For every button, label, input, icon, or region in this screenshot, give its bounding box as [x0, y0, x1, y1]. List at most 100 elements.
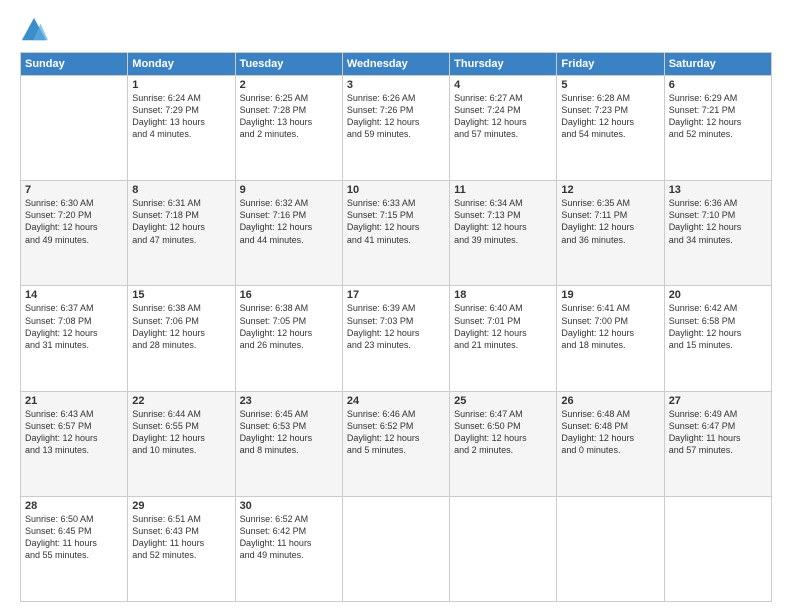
calendar-cell: 24Sunrise: 6:46 AM Sunset: 6:52 PM Dayli… [342, 391, 449, 496]
day-info: Sunrise: 6:42 AM Sunset: 6:58 PM Dayligh… [669, 302, 767, 351]
calendar-table: SundayMondayTuesdayWednesdayThursdayFrid… [20, 52, 772, 602]
day-info: Sunrise: 6:51 AM Sunset: 6:43 PM Dayligh… [132, 513, 230, 562]
calendar-cell: 3Sunrise: 6:26 AM Sunset: 7:26 PM Daylig… [342, 76, 449, 181]
logo-icon [20, 16, 48, 44]
day-number: 8 [132, 184, 230, 196]
day-number: 22 [132, 395, 230, 407]
day-info: Sunrise: 6:31 AM Sunset: 7:18 PM Dayligh… [132, 197, 230, 246]
day-info: Sunrise: 6:46 AM Sunset: 6:52 PM Dayligh… [347, 408, 445, 457]
calendar-cell: 9Sunrise: 6:32 AM Sunset: 7:16 PM Daylig… [235, 181, 342, 286]
calendar-cell: 30Sunrise: 6:52 AM Sunset: 6:42 PM Dayli… [235, 496, 342, 601]
calendar-cell: 14Sunrise: 6:37 AM Sunset: 7:08 PM Dayli… [21, 286, 128, 391]
col-header-tuesday: Tuesday [235, 53, 342, 76]
logo [20, 16, 52, 44]
calendar-cell: 29Sunrise: 6:51 AM Sunset: 6:43 PM Dayli… [128, 496, 235, 601]
day-number: 20 [669, 289, 767, 301]
day-info: Sunrise: 6:25 AM Sunset: 7:28 PM Dayligh… [240, 92, 338, 141]
day-info: Sunrise: 6:32 AM Sunset: 7:16 PM Dayligh… [240, 197, 338, 246]
calendar-cell: 25Sunrise: 6:47 AM Sunset: 6:50 PM Dayli… [450, 391, 557, 496]
calendar-cell: 12Sunrise: 6:35 AM Sunset: 7:11 PM Dayli… [557, 181, 664, 286]
day-info: Sunrise: 6:45 AM Sunset: 6:53 PM Dayligh… [240, 408, 338, 457]
calendar-cell: 21Sunrise: 6:43 AM Sunset: 6:57 PM Dayli… [21, 391, 128, 496]
day-number: 7 [25, 184, 123, 196]
day-number: 9 [240, 184, 338, 196]
day-info: Sunrise: 6:40 AM Sunset: 7:01 PM Dayligh… [454, 302, 552, 351]
day-number: 23 [240, 395, 338, 407]
day-info: Sunrise: 6:47 AM Sunset: 6:50 PM Dayligh… [454, 408, 552, 457]
day-info: Sunrise: 6:33 AM Sunset: 7:15 PM Dayligh… [347, 197, 445, 246]
day-info: Sunrise: 6:37 AM Sunset: 7:08 PM Dayligh… [25, 302, 123, 351]
day-info: Sunrise: 6:36 AM Sunset: 7:10 PM Dayligh… [669, 197, 767, 246]
calendar-week-row: 1Sunrise: 6:24 AM Sunset: 7:29 PM Daylig… [21, 76, 772, 181]
day-number: 10 [347, 184, 445, 196]
calendar-cell: 19Sunrise: 6:41 AM Sunset: 7:00 PM Dayli… [557, 286, 664, 391]
day-number: 25 [454, 395, 552, 407]
calendar-week-row: 7Sunrise: 6:30 AM Sunset: 7:20 PM Daylig… [21, 181, 772, 286]
day-number: 16 [240, 289, 338, 301]
day-info: Sunrise: 6:24 AM Sunset: 7:29 PM Dayligh… [132, 92, 230, 141]
day-number: 6 [669, 79, 767, 91]
col-header-wednesday: Wednesday [342, 53, 449, 76]
day-number: 12 [561, 184, 659, 196]
calendar-cell: 23Sunrise: 6:45 AM Sunset: 6:53 PM Dayli… [235, 391, 342, 496]
day-info: Sunrise: 6:26 AM Sunset: 7:26 PM Dayligh… [347, 92, 445, 141]
day-info: Sunrise: 6:28 AM Sunset: 7:23 PM Dayligh… [561, 92, 659, 141]
day-number: 27 [669, 395, 767, 407]
day-number: 15 [132, 289, 230, 301]
calendar-cell: 17Sunrise: 6:39 AM Sunset: 7:03 PM Dayli… [342, 286, 449, 391]
day-info: Sunrise: 6:29 AM Sunset: 7:21 PM Dayligh… [669, 92, 767, 141]
day-info: Sunrise: 6:44 AM Sunset: 6:55 PM Dayligh… [132, 408, 230, 457]
day-number: 4 [454, 79, 552, 91]
header [20, 16, 772, 44]
calendar-cell: 5Sunrise: 6:28 AM Sunset: 7:23 PM Daylig… [557, 76, 664, 181]
day-number: 3 [347, 79, 445, 91]
calendar-cell [21, 76, 128, 181]
day-info: Sunrise: 6:27 AM Sunset: 7:24 PM Dayligh… [454, 92, 552, 141]
page: SundayMondayTuesdayWednesdayThursdayFrid… [0, 0, 792, 612]
col-header-saturday: Saturday [664, 53, 771, 76]
calendar-cell: 13Sunrise: 6:36 AM Sunset: 7:10 PM Dayli… [664, 181, 771, 286]
calendar-cell: 27Sunrise: 6:49 AM Sunset: 6:47 PM Dayli… [664, 391, 771, 496]
day-info: Sunrise: 6:43 AM Sunset: 6:57 PM Dayligh… [25, 408, 123, 457]
calendar-cell [450, 496, 557, 601]
col-header-sunday: Sunday [21, 53, 128, 76]
calendar-cell: 1Sunrise: 6:24 AM Sunset: 7:29 PM Daylig… [128, 76, 235, 181]
day-number: 26 [561, 395, 659, 407]
col-header-friday: Friday [557, 53, 664, 76]
day-number: 29 [132, 500, 230, 512]
day-number: 21 [25, 395, 123, 407]
day-number: 18 [454, 289, 552, 301]
day-info: Sunrise: 6:38 AM Sunset: 7:06 PM Dayligh… [132, 302, 230, 351]
calendar-cell: 22Sunrise: 6:44 AM Sunset: 6:55 PM Dayli… [128, 391, 235, 496]
calendar-week-row: 14Sunrise: 6:37 AM Sunset: 7:08 PM Dayli… [21, 286, 772, 391]
calendar-cell [557, 496, 664, 601]
day-info: Sunrise: 6:39 AM Sunset: 7:03 PM Dayligh… [347, 302, 445, 351]
day-number: 13 [669, 184, 767, 196]
calendar-cell [342, 496, 449, 601]
calendar-cell: 8Sunrise: 6:31 AM Sunset: 7:18 PM Daylig… [128, 181, 235, 286]
calendar-week-row: 28Sunrise: 6:50 AM Sunset: 6:45 PM Dayli… [21, 496, 772, 601]
day-info: Sunrise: 6:30 AM Sunset: 7:20 PM Dayligh… [25, 197, 123, 246]
calendar-week-row: 21Sunrise: 6:43 AM Sunset: 6:57 PM Dayli… [21, 391, 772, 496]
day-info: Sunrise: 6:49 AM Sunset: 6:47 PM Dayligh… [669, 408, 767, 457]
day-number: 17 [347, 289, 445, 301]
calendar-cell: 10Sunrise: 6:33 AM Sunset: 7:15 PM Dayli… [342, 181, 449, 286]
calendar-cell: 15Sunrise: 6:38 AM Sunset: 7:06 PM Dayli… [128, 286, 235, 391]
calendar-cell: 28Sunrise: 6:50 AM Sunset: 6:45 PM Dayli… [21, 496, 128, 601]
day-number: 2 [240, 79, 338, 91]
day-number: 30 [240, 500, 338, 512]
day-info: Sunrise: 6:35 AM Sunset: 7:11 PM Dayligh… [561, 197, 659, 246]
calendar-cell: 2Sunrise: 6:25 AM Sunset: 7:28 PM Daylig… [235, 76, 342, 181]
day-info: Sunrise: 6:34 AM Sunset: 7:13 PM Dayligh… [454, 197, 552, 246]
calendar-cell: 6Sunrise: 6:29 AM Sunset: 7:21 PM Daylig… [664, 76, 771, 181]
calendar-header-row: SundayMondayTuesdayWednesdayThursdayFrid… [21, 53, 772, 76]
day-info: Sunrise: 6:48 AM Sunset: 6:48 PM Dayligh… [561, 408, 659, 457]
calendar-cell: 26Sunrise: 6:48 AM Sunset: 6:48 PM Dayli… [557, 391, 664, 496]
day-info: Sunrise: 6:41 AM Sunset: 7:00 PM Dayligh… [561, 302, 659, 351]
calendar-cell: 20Sunrise: 6:42 AM Sunset: 6:58 PM Dayli… [664, 286, 771, 391]
day-number: 19 [561, 289, 659, 301]
day-info: Sunrise: 6:38 AM Sunset: 7:05 PM Dayligh… [240, 302, 338, 351]
day-number: 14 [25, 289, 123, 301]
calendar-cell: 11Sunrise: 6:34 AM Sunset: 7:13 PM Dayli… [450, 181, 557, 286]
day-info: Sunrise: 6:52 AM Sunset: 6:42 PM Dayligh… [240, 513, 338, 562]
